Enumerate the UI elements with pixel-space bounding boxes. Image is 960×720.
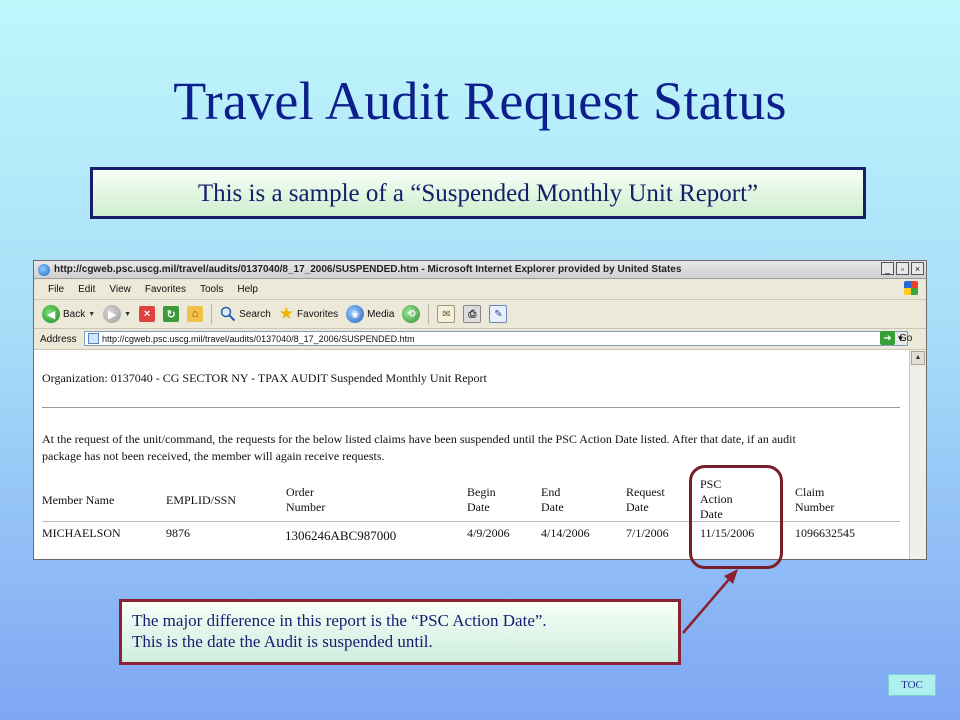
notice-text: At the request of the unit/command, the … bbox=[42, 431, 892, 465]
browser-title: http://cgweb.psc.uscg.mil/travel/audits/… bbox=[54, 264, 682, 275]
col-end-date: End Date bbox=[541, 485, 564, 515]
go-button[interactable]: ➔ Go bbox=[880, 331, 912, 345]
col-order-number: Order Number bbox=[286, 485, 325, 515]
favorites-star-icon: ★ bbox=[278, 304, 295, 323]
col-end-line1: End bbox=[541, 485, 561, 499]
refresh-icon: ↻ bbox=[163, 306, 180, 322]
cell-request-date: 7/1/2006 bbox=[626, 526, 669, 540]
toolbar-separator-2 bbox=[428, 304, 430, 324]
col-claim-number: Claim Number bbox=[795, 485, 834, 515]
mail-button[interactable]: ✉ bbox=[437, 305, 456, 323]
search-button[interactable]: Search bbox=[220, 306, 271, 322]
toolbar: ◀ Back ▼ ▶ ▼ × ↻ ⌂ Search ★ Favorites ◉ … bbox=[34, 300, 926, 329]
col-begin-date: Begin Date bbox=[467, 485, 496, 515]
favorites-button[interactable]: ★ Favorites bbox=[278, 304, 339, 323]
media-label: Media bbox=[367, 308, 395, 320]
go-arrow-icon: ➔ bbox=[880, 331, 895, 345]
print-button[interactable]: ⎙ bbox=[463, 305, 482, 323]
col-order-line1: Order bbox=[286, 485, 314, 499]
home-button[interactable]: ⌂ bbox=[187, 306, 204, 322]
col-begin-line1: Begin bbox=[467, 485, 496, 499]
history-icon: ⟲ bbox=[402, 305, 421, 323]
vertical-scrollbar[interactable]: ▲ bbox=[909, 350, 926, 559]
close-button[interactable]: × bbox=[911, 262, 924, 275]
address-label: Address bbox=[40, 333, 77, 345]
minimize-button[interactable]: _ bbox=[881, 262, 894, 275]
slide-title: Travel Audit Request Status bbox=[173, 71, 787, 131]
callout-box: The major difference in this report is t… bbox=[119, 599, 681, 665]
edit-button[interactable]: ✎ bbox=[489, 305, 508, 323]
col-begin-line2: Date bbox=[467, 500, 490, 514]
forward-dropdown-icon[interactable]: ▼ bbox=[124, 311, 131, 318]
organization-line: Organization: 0137040 - CG SECTOR NY - T… bbox=[42, 371, 487, 385]
address-url: http://cgweb.psc.uscg.mil/travel/audits/… bbox=[102, 333, 415, 344]
cell-end-date: 4/14/2006 bbox=[541, 526, 590, 540]
col-request-line1: Request bbox=[626, 485, 665, 499]
restore-button[interactable]: ▫ bbox=[896, 262, 909, 275]
scroll-up-button[interactable]: ▲ bbox=[911, 351, 925, 365]
menu-view[interactable]: View bbox=[109, 284, 131, 295]
menu-tools[interactable]: Tools bbox=[200, 284, 223, 295]
windows-flag-icon bbox=[904, 281, 918, 295]
col-emplid: EMPLID/SSN bbox=[166, 493, 237, 507]
stop-button[interactable]: × bbox=[139, 306, 156, 322]
favorites-label: Favorites bbox=[297, 308, 339, 320]
history-button[interactable]: ⟲ bbox=[402, 305, 421, 323]
callout-line-1: The major difference in this report is t… bbox=[132, 611, 547, 630]
forward-button[interactable]: ▶ ▼ bbox=[103, 305, 131, 323]
media-button[interactable]: ◉ Media bbox=[346, 305, 394, 323]
address-input[interactable]: http://cgweb.psc.uscg.mil/travel/audits/… bbox=[84, 331, 908, 346]
browser-titlebar[interactable]: http://cgweb.psc.uscg.mil/travel/audits/… bbox=[34, 261, 926, 279]
browser-window: http://cgweb.psc.uscg.mil/travel/audits/… bbox=[33, 260, 927, 560]
col-request-line2: Date bbox=[626, 500, 649, 514]
toc-button[interactable]: TOC bbox=[888, 674, 936, 696]
notice-line-2: package has not been received, the membe… bbox=[42, 449, 385, 463]
refresh-button[interactable]: ↻ bbox=[163, 306, 180, 322]
highlight-oval bbox=[689, 465, 783, 569]
col-claim-line1: Claim bbox=[795, 485, 825, 499]
cell-member-name: MICHAELSON bbox=[42, 526, 121, 540]
menu-edit[interactable]: Edit bbox=[78, 284, 95, 295]
menu-file[interactable]: File bbox=[48, 284, 64, 295]
edit-icon: ✎ bbox=[489, 305, 508, 323]
col-order-line2: Number bbox=[286, 500, 326, 514]
mail-icon: ✉ bbox=[437, 305, 456, 323]
back-dropdown-icon[interactable]: ▼ bbox=[88, 311, 95, 318]
search-icon bbox=[220, 306, 236, 322]
address-bar: Address http://cgweb.psc.uscg.mil/travel… bbox=[34, 329, 926, 350]
cell-claim-number: 1096632545 bbox=[795, 526, 855, 540]
cell-begin-date: 4/9/2006 bbox=[467, 526, 510, 540]
ie-logo-icon bbox=[38, 263, 50, 276]
window-controls: _ ▫ × bbox=[881, 262, 924, 275]
subtitle-box: This is a sample of a “Suspended Monthly… bbox=[90, 167, 866, 219]
col-claim-line2: Number bbox=[795, 500, 835, 514]
notice-line-1: At the request of the unit/command, the … bbox=[42, 432, 796, 446]
back-label: Back bbox=[63, 308, 86, 320]
menu-help[interactable]: Help bbox=[237, 284, 258, 295]
callout-line-2: This is the date the Audit is suspended … bbox=[132, 632, 433, 651]
menubar: File Edit View Favorites Tools Help bbox=[34, 279, 926, 300]
cell-emplid: 9876 bbox=[166, 526, 190, 540]
menu-favorites[interactable]: Favorites bbox=[145, 284, 186, 295]
subtitle-text: This is a sample of a “Suspended Monthly… bbox=[197, 180, 759, 207]
print-icon: ⎙ bbox=[463, 305, 482, 323]
back-button[interactable]: ◀ Back ▼ bbox=[42, 305, 95, 323]
go-label: Go bbox=[899, 332, 913, 344]
toolbar-separator bbox=[211, 304, 213, 324]
forward-arrow-icon: ▶ bbox=[103, 305, 122, 323]
back-arrow-icon: ◀ bbox=[42, 305, 60, 323]
cell-order-number: 1306246ABC987000 bbox=[285, 528, 397, 543]
col-member-name: Member Name bbox=[42, 493, 115, 507]
col-request-date: Request Date bbox=[626, 485, 665, 515]
stop-icon: × bbox=[139, 306, 156, 322]
search-label: Search bbox=[239, 308, 271, 320]
divider bbox=[42, 407, 900, 408]
home-icon: ⌂ bbox=[187, 306, 204, 322]
page-icon bbox=[88, 333, 99, 344]
media-icon: ◉ bbox=[346, 305, 365, 323]
col-end-line2: Date bbox=[541, 500, 564, 514]
